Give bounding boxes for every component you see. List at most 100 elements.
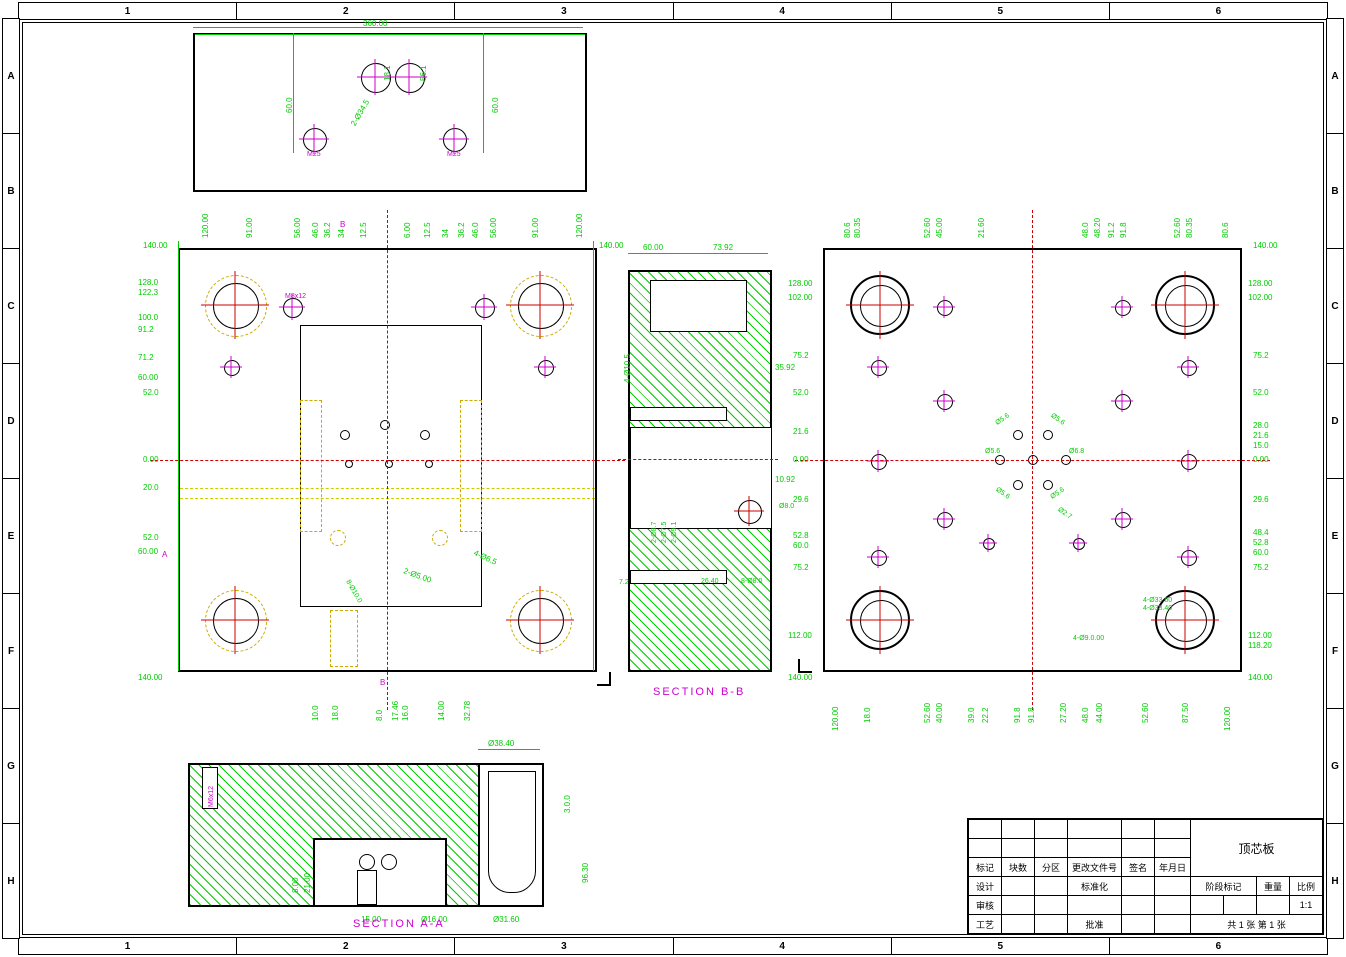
center-mark [1181, 360, 1195, 374]
dim: 52.8 [793, 531, 809, 540]
center-mark [850, 275, 910, 335]
tb-hdr: 签名 [1121, 858, 1154, 877]
dim: 60.00 [138, 547, 158, 556]
dim: 0.00 [1253, 455, 1269, 464]
tb-col2: 阶段标记 [1191, 877, 1257, 896]
section-label-bb: SECTION B-B [653, 686, 745, 698]
radius: Ø5.6 [994, 486, 1010, 500]
col-label: 4 [674, 938, 892, 954]
dim-ext [178, 241, 179, 671]
dim: 80.6 [843, 222, 852, 238]
dim-ext [593, 241, 594, 671]
dim: 52.60 [1173, 218, 1182, 238]
center-mark [1073, 538, 1083, 548]
hole [381, 854, 397, 870]
section-bb-view [628, 270, 772, 672]
dim: 48.4 [1253, 528, 1269, 537]
dim: 102.00 [788, 293, 812, 302]
dim: 21.00 [303, 873, 312, 893]
row-label: G [1327, 709, 1343, 824]
ruler-top: 1 2 3 4 5 6 [18, 2, 1328, 20]
dim: 120.00 [831, 707, 840, 731]
dim: 91.2 [138, 325, 154, 334]
dim: 3.0.0 [563, 795, 572, 813]
dim: 36.2 [323, 222, 332, 238]
col-label: 5 [892, 3, 1110, 19]
dim-hole-y: 18.1 [383, 65, 392, 81]
col-label: 1 [19, 938, 237, 954]
col-label: 6 [1110, 3, 1327, 19]
center-mark [205, 275, 265, 335]
dim: 20.0 [143, 483, 159, 492]
right-plan-view: Ø5.6 Ø5.6 Ø5.6 Ø6.8 Ø5.6 Ø2.7 Ø5.6 [823, 248, 1242, 672]
dim: 120.00 [1223, 707, 1232, 731]
dim: 60.00 [643, 243, 663, 252]
dowel [432, 530, 448, 546]
orient-mark [798, 659, 812, 673]
dim: 100.0 [138, 313, 158, 322]
dim: 18.0 [863, 707, 872, 723]
dim: 91.8 [1119, 222, 1128, 238]
dim: 28.0 [1253, 421, 1269, 430]
dim: 12.5 [359, 222, 368, 238]
dim: 15.0 [1253, 441, 1269, 450]
slot [630, 407, 727, 421]
center-mark [871, 454, 885, 468]
tb-std: 标准化 [1067, 877, 1121, 896]
tb-approve: 批准 [1067, 915, 1121, 934]
center-mark [937, 394, 951, 408]
col-label: 2 [237, 3, 455, 19]
radius: Ø5.6 [985, 448, 1000, 455]
dim: 140.00 [143, 241, 167, 250]
section-aa-cbore [478, 763, 544, 907]
dim: 0.00 [793, 455, 809, 464]
col-label: 5 [892, 938, 1110, 954]
dim: 40.00 [935, 703, 944, 723]
col-label: 2 [237, 938, 455, 954]
row-label: G [3, 709, 19, 824]
row-label: C [1327, 249, 1343, 364]
bore [488, 771, 536, 893]
left-plan-view: A B B [178, 248, 597, 672]
dim: 7.2 [619, 579, 629, 586]
tb-hdr: 更改文件号 [1067, 858, 1121, 877]
center-mark [1115, 394, 1129, 408]
tb-sheet: 共 1 张 第 1 张 [1191, 915, 1323, 934]
dowel [1013, 480, 1023, 490]
dim: 56.00 [489, 218, 498, 238]
dim: 8-Ø8.0 [741, 578, 762, 585]
center-mark [1115, 300, 1129, 314]
row-label: F [3, 594, 19, 709]
dowel [345, 460, 353, 468]
dim: 91.8 [1027, 707, 1036, 723]
side-hole-note: M25 [447, 151, 461, 158]
cutout [650, 280, 747, 332]
dim: 52.60 [1141, 703, 1150, 723]
dim: 52.60 [923, 218, 932, 238]
radius: Ø5.6 [1049, 412, 1065, 426]
dim-hole-pitch: 56.1 [419, 65, 428, 81]
hidden-slot [460, 400, 482, 532]
row-label: E [1327, 479, 1343, 594]
col-label: 3 [455, 938, 673, 954]
dim: 140.00 [599, 241, 623, 250]
dim: 52.0 [793, 388, 809, 397]
dim: 52.0 [1253, 388, 1269, 397]
row-label: D [3, 364, 19, 479]
centerline-v [387, 210, 388, 710]
dim: 71.2 [138, 353, 154, 362]
tb-hdr: 标记 [968, 858, 1001, 877]
dim: 34 [337, 229, 346, 238]
dim-ext [483, 33, 484, 153]
dim: 0.00 [143, 455, 159, 464]
row-label: A [1327, 19, 1343, 134]
dowel [425, 460, 433, 468]
dim: 32.78 [463, 701, 472, 721]
dim: 14.00 [437, 701, 446, 721]
center-mark [538, 360, 552, 374]
dim: 118.20 [1248, 641, 1272, 650]
tb-hdr: 年月日 [1154, 858, 1190, 877]
tb-row: 审核 [968, 896, 1001, 915]
dowel [330, 530, 346, 546]
section-label-aa: SECTION A-A [353, 918, 445, 930]
